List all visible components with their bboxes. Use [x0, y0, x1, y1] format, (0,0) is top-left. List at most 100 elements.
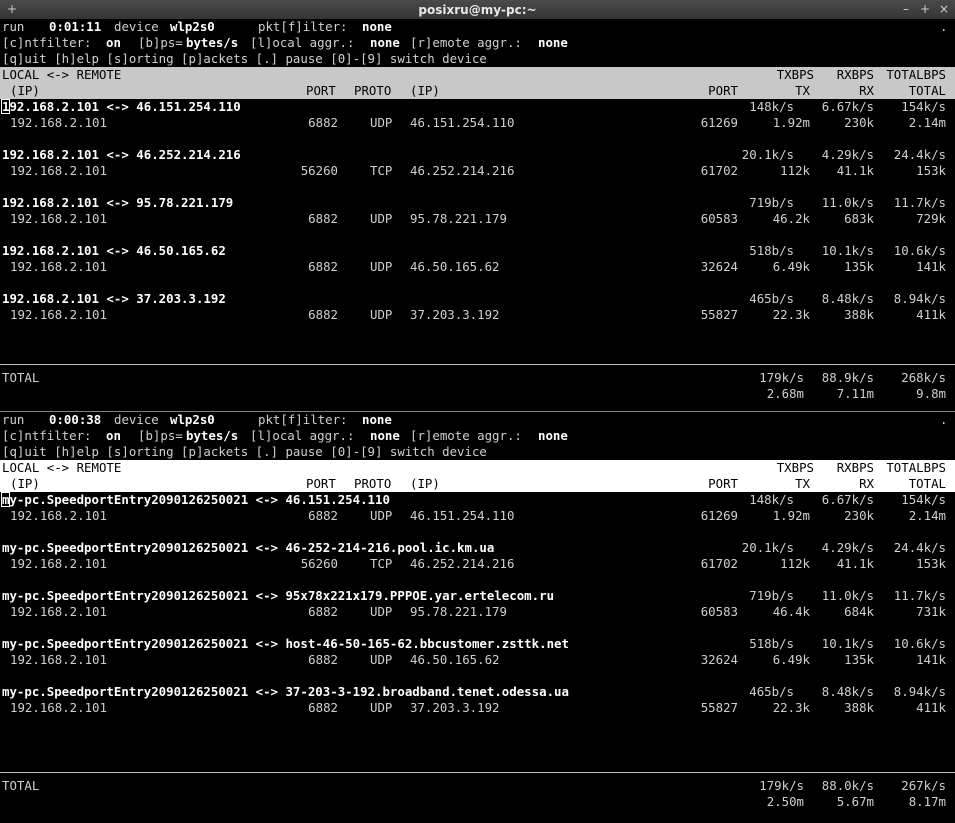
flow-local-port: 6882 [308, 307, 338, 322]
flow-summary-row[interactable]: 192.168.2.101 <-> 95.78.221.179 719b/s 11.… [0, 195, 955, 211]
flow-local-port: 6882 [308, 700, 338, 715]
minimize-icon[interactable]: – [898, 1, 914, 17]
flow-tx-rate: 20.1k/s [741, 147, 794, 162]
totals-total: 9.8m [916, 386, 946, 401]
totals-separator [0, 772, 955, 773]
flow-rx: 230k [844, 115, 874, 130]
options-line: [c]ntfilter: on [b]ps= bytes/s [l]ocal aggr.… [0, 428, 955, 444]
flow-rx-rate: 11.0k/s [821, 195, 874, 210]
flow-remote-ip: 95.78.221.179 [410, 604, 507, 619]
flow-remote-ip: 46.50.165.62 [410, 259, 500, 274]
flow-tx-rate: 719b/s [749, 588, 794, 603]
filter-label: pkt[f]ilter: [258, 412, 348, 427]
flow-proto: TCP [370, 556, 393, 571]
flow-local-ip: 192.168.2.101 [10, 307, 107, 322]
flow-summary-row[interactable]: my-pc.SpeedportEntry2090126250021 <-> 95… [0, 588, 955, 604]
cntfilter-value: on [106, 428, 121, 443]
flow-summary-row[interactable]: 192.168.2.101 <-> 46.252.214.216 20.1k/s 4… [0, 147, 955, 163]
help-text: [q]uit [h]elp [s]orting [p]ackets [.] pa… [2, 51, 487, 66]
bps-value: bytes/s [186, 428, 239, 443]
flow-rx-rate: 6.67k/s [821, 492, 874, 507]
flow-pair: 192.168.2.101 <-> 46.50.165.62 [2, 243, 226, 258]
flow-summary-row[interactable]: 192.168.2.101 <-> 37.203.3.192 465b/s 8.48… [0, 291, 955, 307]
text-cursor [1, 492, 10, 507]
flow-rx-rate: 6.67k/s [821, 99, 874, 114]
flow-total-rate: 154k/s [901, 99, 946, 114]
flow-remote-port: 61702 [700, 556, 738, 571]
header-total: TOTAL [908, 83, 946, 98]
elapsed-time: 0:01:11 [49, 19, 102, 34]
totals-rx-rate: 88.0k/s [821, 778, 874, 793]
filter-value: none [362, 19, 392, 34]
help-line: [q]uit [h]elp [s]orting [p]ackets [.] pa… [0, 51, 955, 67]
remote-aggr-value: none [538, 428, 568, 443]
header-proto: PROTO [354, 476, 392, 491]
flow-remote-port: 61269 [700, 115, 738, 130]
flow-summary-row[interactable]: my-pc.SpeedportEntry2090126250021 <-> ho… [0, 636, 955, 652]
flow-total: 141k [916, 259, 946, 274]
flow-total: 2.14m [908, 508, 946, 523]
flow-total: 731k [916, 604, 946, 619]
flow-remote-port: 32624 [700, 259, 738, 274]
flow-total-rate: 24.4k/s [893, 147, 946, 162]
flow-tx-rate: 20.1k/s [741, 540, 794, 555]
flow-remote-port: 61269 [700, 508, 738, 523]
header-local-port: PORT [306, 476, 336, 491]
flow-pair: 192.168.2.101 <-> 95.78.221.179 [2, 195, 234, 210]
flow-summary-row[interactable]: 192.168.2.101 <-> 46.50.165.62 518b/s 10.1… [0, 243, 955, 259]
header-tx: TX [795, 83, 810, 98]
flow-tx: 112k [780, 163, 810, 178]
flow-tx: 1.92m [772, 115, 810, 130]
flow-rx: 135k [844, 652, 874, 667]
flow-tx-rate: 719b/s [749, 195, 794, 210]
flow-total: 153k [916, 556, 946, 571]
flow-rx-rate: 10.1k/s [821, 243, 874, 258]
flow-local-ip: 192.168.2.101 [10, 163, 107, 178]
header-txbps: TXBPS [776, 67, 814, 82]
flow-proto: TCP [370, 163, 393, 178]
flow-remote-ip: 95.78.221.179 [410, 211, 507, 226]
options-line: [c]ntfilter: on [b]ps= bytes/s [l]ocal aggr.… [0, 35, 955, 51]
header-rx: RX [859, 83, 874, 98]
flow-summary-row[interactable]: my-pc.SpeedportEntry2090126250021 <-> 46… [0, 492, 955, 508]
flow-remote-port: 61702 [700, 163, 738, 178]
flow-remote-ip: 46.252.214.216 [410, 163, 515, 178]
flow-detail-row: 192.168.2.101 6882 UDP 46.50.165.62 32624 6.4… [0, 652, 955, 668]
bps-label: [b]ps= [138, 428, 183, 443]
close-icon[interactable]: × [936, 1, 952, 17]
flow-tx: 46.4k [772, 604, 810, 619]
totals-separator [0, 364, 955, 365]
header-totalbps: TOTALBPS [886, 67, 946, 82]
flow-summary-row[interactable]: 192.168.2.101 <-> 46.151.254.110 148k/s 6.… [0, 99, 955, 115]
flow-total: 411k [916, 700, 946, 715]
flow-remote-port: 60583 [700, 604, 738, 619]
flow-detail-row: 192.168.2.101 6882 UDP 37.203.3.192 55827 22.… [0, 307, 955, 323]
flow-summary-row[interactable]: my-pc.SpeedportEntry2090126250021 <-> 37… [0, 684, 955, 700]
flow-proto: UDP [370, 700, 393, 715]
header-local-remote: LOCAL <-> REMOTE [2, 460, 122, 475]
flow-detail-row: 192.168.2.101 6882 UDP 95.78.221.179 60583 46… [0, 211, 955, 227]
flow-pair: my-pc.SpeedportEntry2090126250021 <-> ho… [2, 636, 569, 651]
flow-total-rate: 24.4k/s [893, 540, 946, 555]
flow-summary-row[interactable]: my-pc.SpeedportEntry2090126250021 <-> 46… [0, 540, 955, 556]
flow-total-rate: 8.94k/s [893, 291, 946, 306]
flow-local-ip: 192.168.2.101 [10, 556, 107, 571]
flow-total-rate: 10.6k/s [893, 636, 946, 651]
cntfilter-label: [c]ntfilter: [2, 35, 92, 50]
flow-detail-row: 192.168.2.101 56260 TCP 46.252.214.216 61702… [0, 556, 955, 572]
totals-cumulative-row: 2.68m 7.11m 9.8m [0, 386, 955, 402]
flow-proto: UDP [370, 259, 393, 274]
header-remote-ip: (IP) [410, 83, 440, 98]
help-text: [q]uit [h]elp [s]orting [p]ackets [.] pa… [2, 444, 487, 459]
totals-tx-rate: 179k/s [759, 778, 804, 793]
totals-label: TOTAL [2, 370, 40, 385]
maximize-icon[interactable]: + [917, 1, 933, 17]
pane-divider[interactable] [0, 411, 955, 412]
header-rxbps: RXBPS [836, 67, 874, 82]
flow-detail-row: 192.168.2.101 6882 UDP 37.203.3.192 55827 22.… [0, 700, 955, 716]
column-header-2: (IP) PORT PROTO (IP) PORT TX RX TOTAL [0, 83, 955, 99]
totals-tx-rate: 179k/s [759, 370, 804, 385]
flow-remote-port: 60583 [700, 211, 738, 226]
flow-detail-row: 192.168.2.101 6882 UDP 46.151.254.110 61269 1… [0, 115, 955, 131]
help-line: [q]uit [h]elp [s]orting [p]ackets [.] pa… [0, 444, 955, 460]
